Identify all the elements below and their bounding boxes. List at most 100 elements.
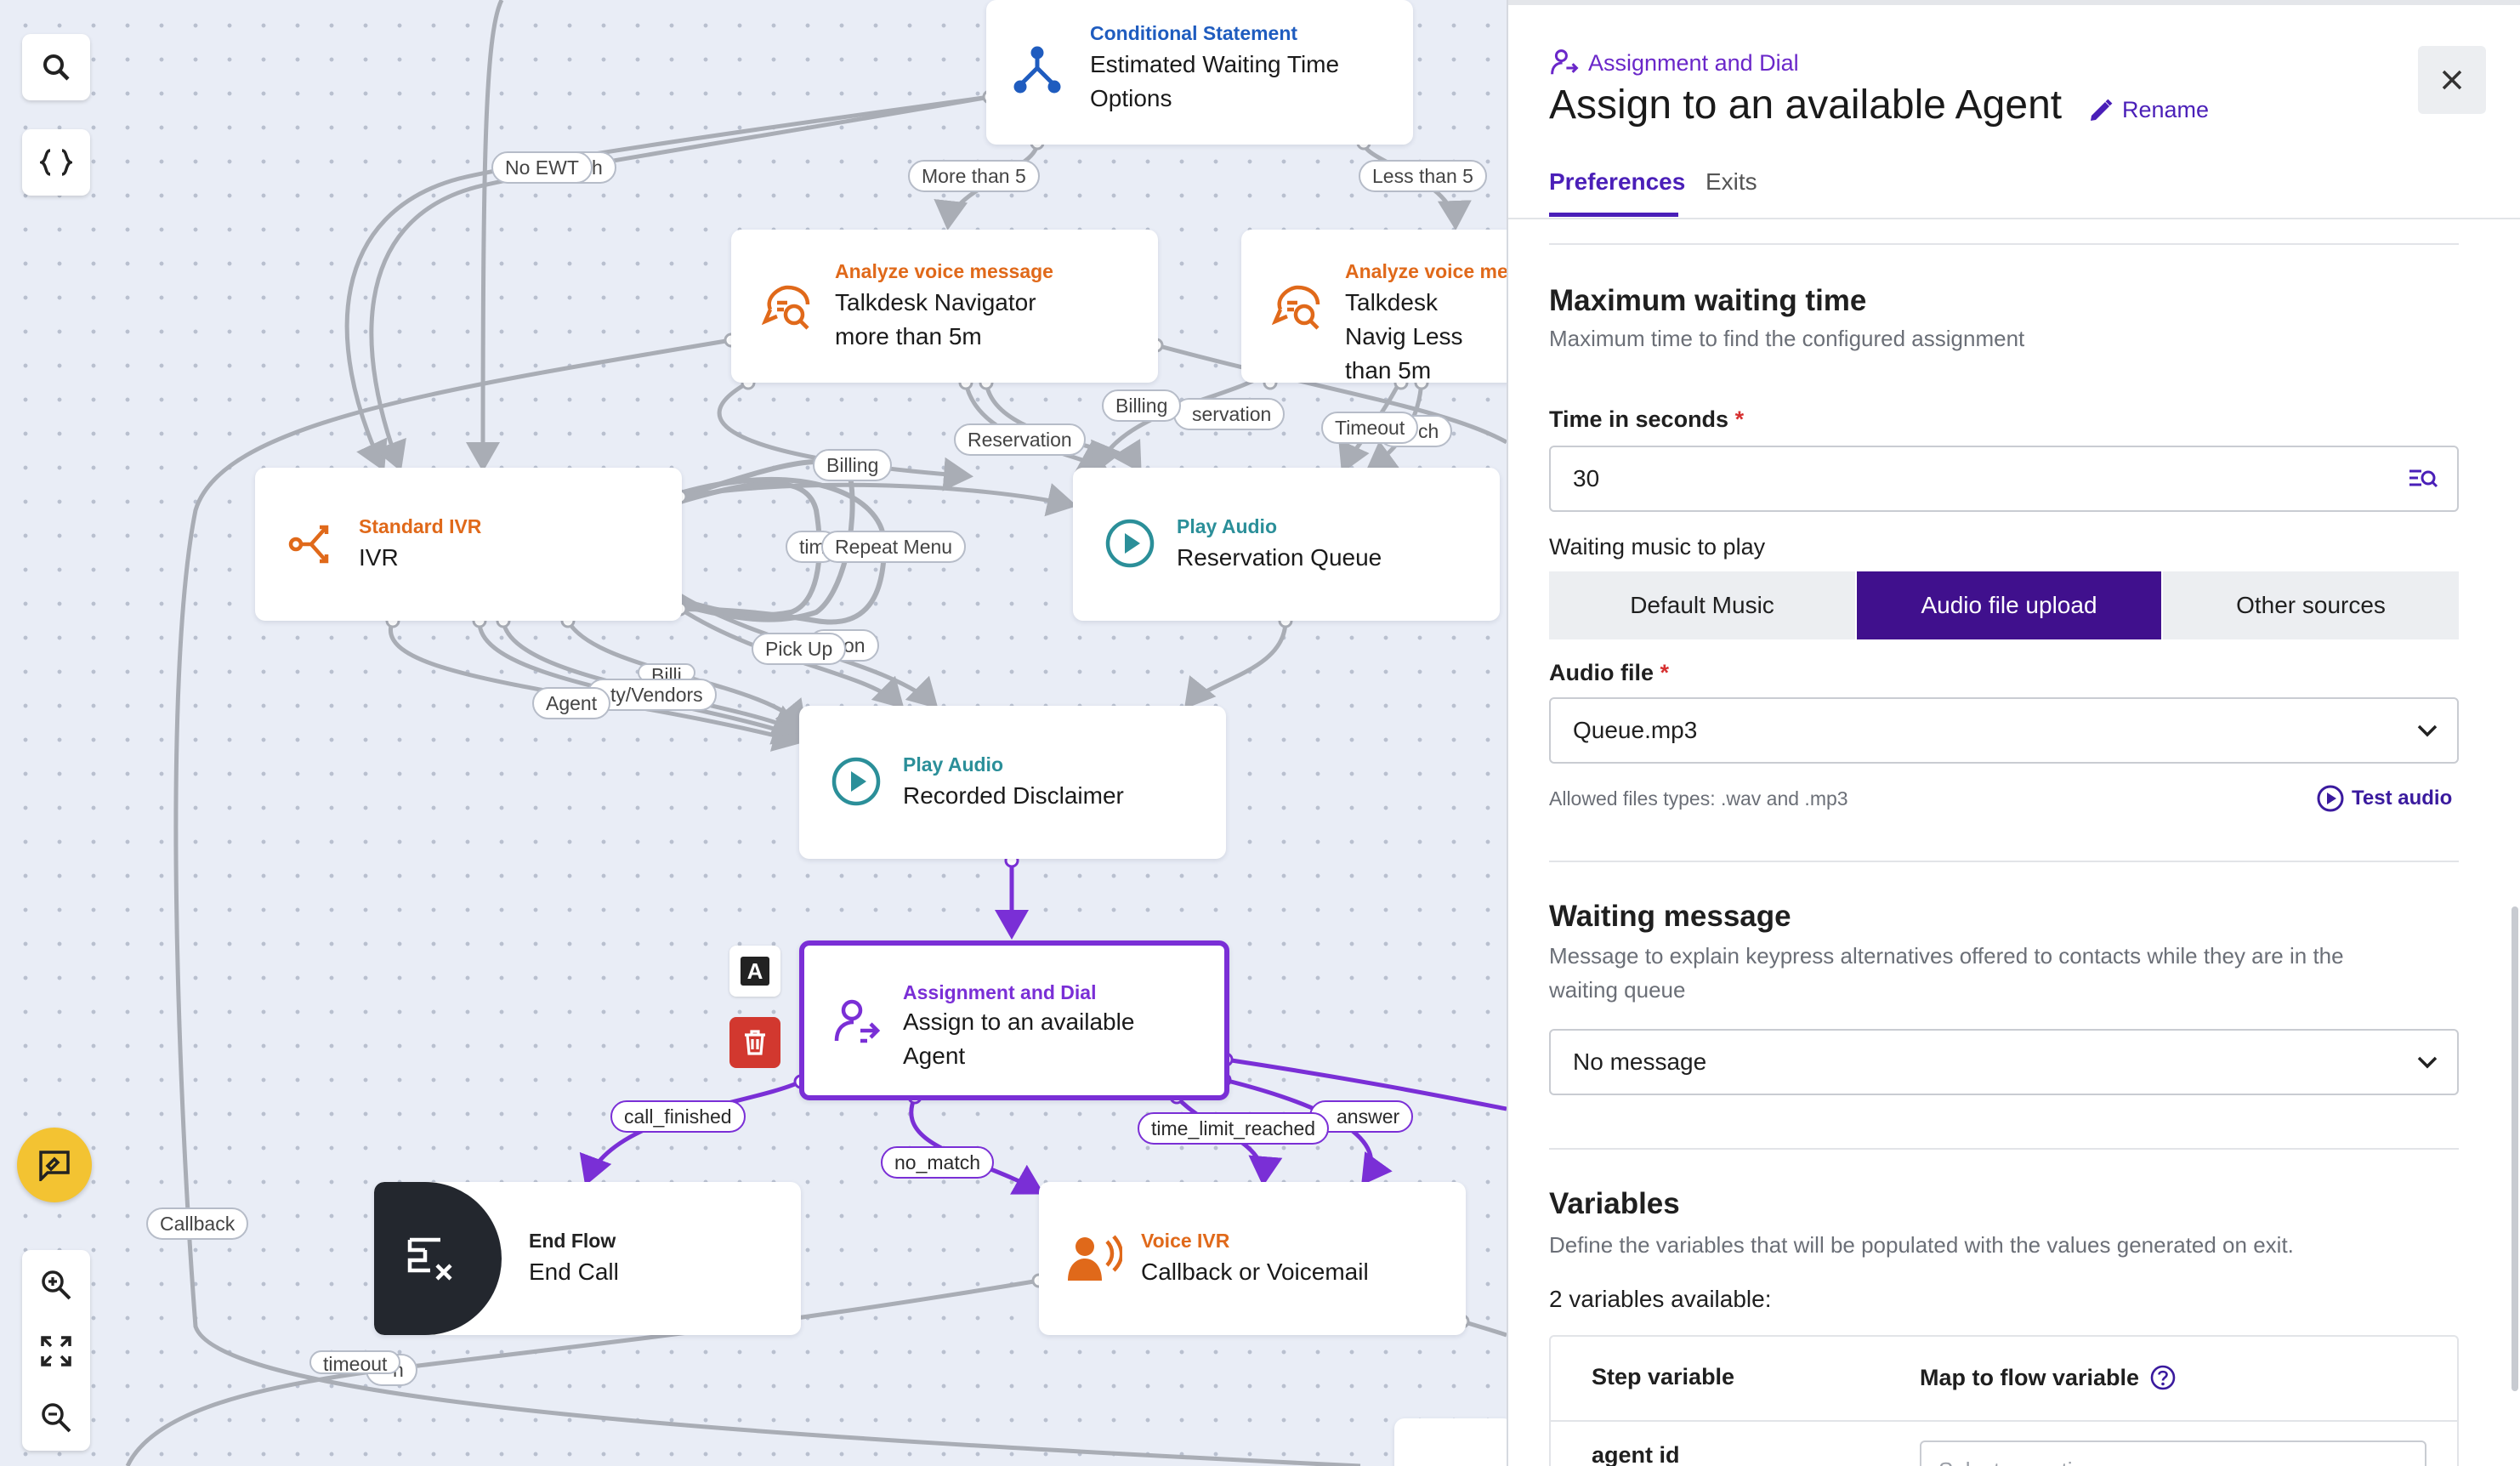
end-call-icon bbox=[403, 1231, 457, 1290]
section-heading-variables: Variables bbox=[1549, 1187, 1680, 1220]
edge-label[interactable]: Pick Up bbox=[752, 633, 847, 665]
edge-label[interactable]: call_finished bbox=[610, 1100, 746, 1133]
audio-file-value: Queue.mp3 bbox=[1573, 717, 1698, 743]
section-heading-waiting-message: Waiting message bbox=[1549, 900, 1791, 933]
audio-upload-option[interactable]: Audio file upload bbox=[1857, 571, 2161, 639]
audio-file-select[interactable]: Queue.mp3 bbox=[1549, 697, 2459, 764]
node-name: IVR bbox=[359, 544, 399, 571]
node-standard-ivr[interactable]: Standard IVR IVR bbox=[255, 468, 682, 621]
node-voice-ivr[interactable]: Voice IVR Callback or Voicemail bbox=[1039, 1182, 1466, 1335]
edge-label[interactable]: Timeout bbox=[1321, 412, 1419, 444]
audio-file-hint: Allowed files types: .wav and .mp3 bbox=[1549, 787, 1848, 810]
test-audio-button[interactable]: Test audio bbox=[2316, 784, 2452, 813]
step-title: Assign to an available Agent bbox=[1549, 82, 2063, 128]
zoom-out-button[interactable] bbox=[22, 1388, 90, 1447]
chevron-down-icon bbox=[2416, 724, 2438, 737]
node-type: Play Audio bbox=[1177, 515, 1277, 537]
edge-label[interactable]: time_limit_reached bbox=[1138, 1112, 1330, 1145]
add-text-button[interactable]: A bbox=[729, 946, 780, 997]
node-partial-bottom[interactable] bbox=[1394, 1418, 1507, 1466]
close-panel-button[interactable] bbox=[2418, 46, 2486, 114]
node-name: Assign to an available Agent bbox=[903, 1009, 1135, 1069]
variable-picker-icon[interactable] bbox=[2408, 468, 2438, 490]
node-type: Assignment and Dial bbox=[903, 981, 1097, 1003]
step-type: Assignment and Dial bbox=[1549, 48, 1799, 78]
audio-file-label: Audio file * bbox=[1549, 660, 1670, 685]
node-name: Estimated Waiting Time Options bbox=[1090, 51, 1340, 111]
node-name: End Call bbox=[529, 1259, 619, 1285]
flow-canvas[interactable]: Conditional Statement Estimated Waiting … bbox=[0, 0, 1507, 1466]
ivr-branch-icon bbox=[287, 519, 338, 574]
zoom-out-icon bbox=[42, 1403, 71, 1433]
edge-label[interactable]: Agent bbox=[532, 687, 611, 719]
column-header-map: Map to flow variable bbox=[1920, 1364, 2177, 1391]
flow-variable-select[interactable]: Select an option bbox=[1920, 1440, 2426, 1466]
rename-button[interactable]: Rename bbox=[2088, 97, 2209, 123]
time-label: Time in seconds * bbox=[1549, 406, 1745, 432]
node-analyze-voice-more[interactable]: Analyze voice message Talkdesk Navigator… bbox=[731, 230, 1158, 383]
help-icon[interactable] bbox=[2149, 1364, 2177, 1391]
search-button[interactable] bbox=[22, 34, 90, 100]
node-analyze-voice-less[interactable]: Analyze voice mes Talkdesk Navig Less th… bbox=[1241, 230, 1507, 383]
panel-scrollbar[interactable] bbox=[2511, 906, 2518, 1391]
waiting-message-select[interactable]: No message bbox=[1549, 1029, 2459, 1095]
assign-agent-icon bbox=[833, 997, 881, 1052]
node-name: Callback or Voicemail bbox=[1141, 1259, 1369, 1285]
branch-icon bbox=[1012, 44, 1063, 99]
edge-label[interactable]: Repeat Menu bbox=[821, 531, 967, 563]
row-divider bbox=[1551, 1420, 2457, 1422]
analyze-message-icon bbox=[1271, 284, 1323, 336]
edge-label[interactable]: servation bbox=[1173, 398, 1286, 430]
feedback-button[interactable] bbox=[17, 1128, 92, 1202]
tab-exits[interactable]: Exits bbox=[1706, 168, 1757, 196]
edge-label[interactable]: Billing bbox=[1102, 389, 1182, 422]
other-sources-option[interactable]: Other sources bbox=[2163, 571, 2459, 639]
edge-label[interactable]: Less than 5 bbox=[1359, 160, 1487, 192]
fit-screen-icon bbox=[41, 1336, 71, 1367]
variables-button[interactable] bbox=[22, 129, 90, 196]
play-icon bbox=[1104, 517, 1156, 574]
node-type: Conditional Statement bbox=[1090, 22, 1298, 44]
zoom-in-icon bbox=[42, 1270, 71, 1300]
edge-label[interactable]: Callback bbox=[146, 1207, 249, 1240]
trash-icon bbox=[745, 1030, 765, 1055]
play-icon bbox=[830, 755, 883, 812]
fit-view-button[interactable] bbox=[22, 1321, 90, 1381]
pencil-icon bbox=[2091, 99, 2113, 121]
chevron-down-icon bbox=[2416, 1055, 2438, 1069]
section-description: Maximum time to find the configured assi… bbox=[1549, 326, 2025, 351]
node-end-flow[interactable]: End Flow End Call bbox=[374, 1182, 801, 1335]
edge-label[interactable]: Billing bbox=[813, 449, 893, 481]
node-type: Play Audio bbox=[903, 753, 1003, 776]
zoom-in-button[interactable] bbox=[22, 1255, 90, 1315]
node-assignment-dial[interactable]: Assignment and Dial Assign to an availab… bbox=[799, 940, 1229, 1100]
search-icon bbox=[43, 54, 70, 81]
delete-step-button[interactable] bbox=[729, 1017, 780, 1068]
time-in-seconds-input[interactable]: 30 bbox=[1549, 446, 2459, 512]
section-description: Define the variables that will be popula… bbox=[1549, 1232, 2294, 1258]
node-type: Analyze voice message bbox=[835, 260, 1053, 282]
close-icon bbox=[2442, 70, 2462, 90]
edge-label[interactable]: timeout bbox=[309, 1350, 401, 1374]
node-name: Talkdesk Navigator more than 5m bbox=[835, 289, 1036, 349]
node-play-audio-disclaimer[interactable]: Play Audio Recorded Disclaimer bbox=[799, 706, 1226, 859]
section-heading-max-wait: Maximum waiting time bbox=[1549, 284, 1867, 317]
zoom-controls bbox=[22, 1250, 90, 1451]
rename-label: Rename bbox=[2122, 97, 2210, 122]
edge-label[interactable]: no_match bbox=[881, 1146, 995, 1179]
panel-top-border bbox=[1508, 0, 2520, 5]
assign-agent-icon bbox=[1551, 49, 1579, 75]
analyze-message-icon bbox=[761, 284, 813, 336]
edge-label[interactable]: No EWT bbox=[491, 151, 593, 184]
node-type: Analyze voice mes bbox=[1345, 260, 1507, 282]
node-play-audio-reservation[interactable]: Play Audio Reservation Queue bbox=[1073, 468, 1500, 621]
node-estimated-waiting-time[interactable]: Conditional Statement Estimated Waiting … bbox=[986, 0, 1413, 145]
node-name: Recorded Disclaimer bbox=[903, 782, 1124, 809]
edge-label[interactable]: More than 5 bbox=[908, 160, 1040, 192]
node-name: Talkdesk Navig Less than 5m bbox=[1345, 289, 1463, 383]
tab-preferences[interactable]: Preferences bbox=[1549, 168, 1685, 196]
default-music-option[interactable]: Default Music bbox=[1549, 571, 1855, 639]
feedback-icon bbox=[39, 1151, 70, 1181]
edge-label[interactable]: Reservation bbox=[954, 423, 1086, 456]
time-value: 30 bbox=[1573, 465, 1600, 492]
